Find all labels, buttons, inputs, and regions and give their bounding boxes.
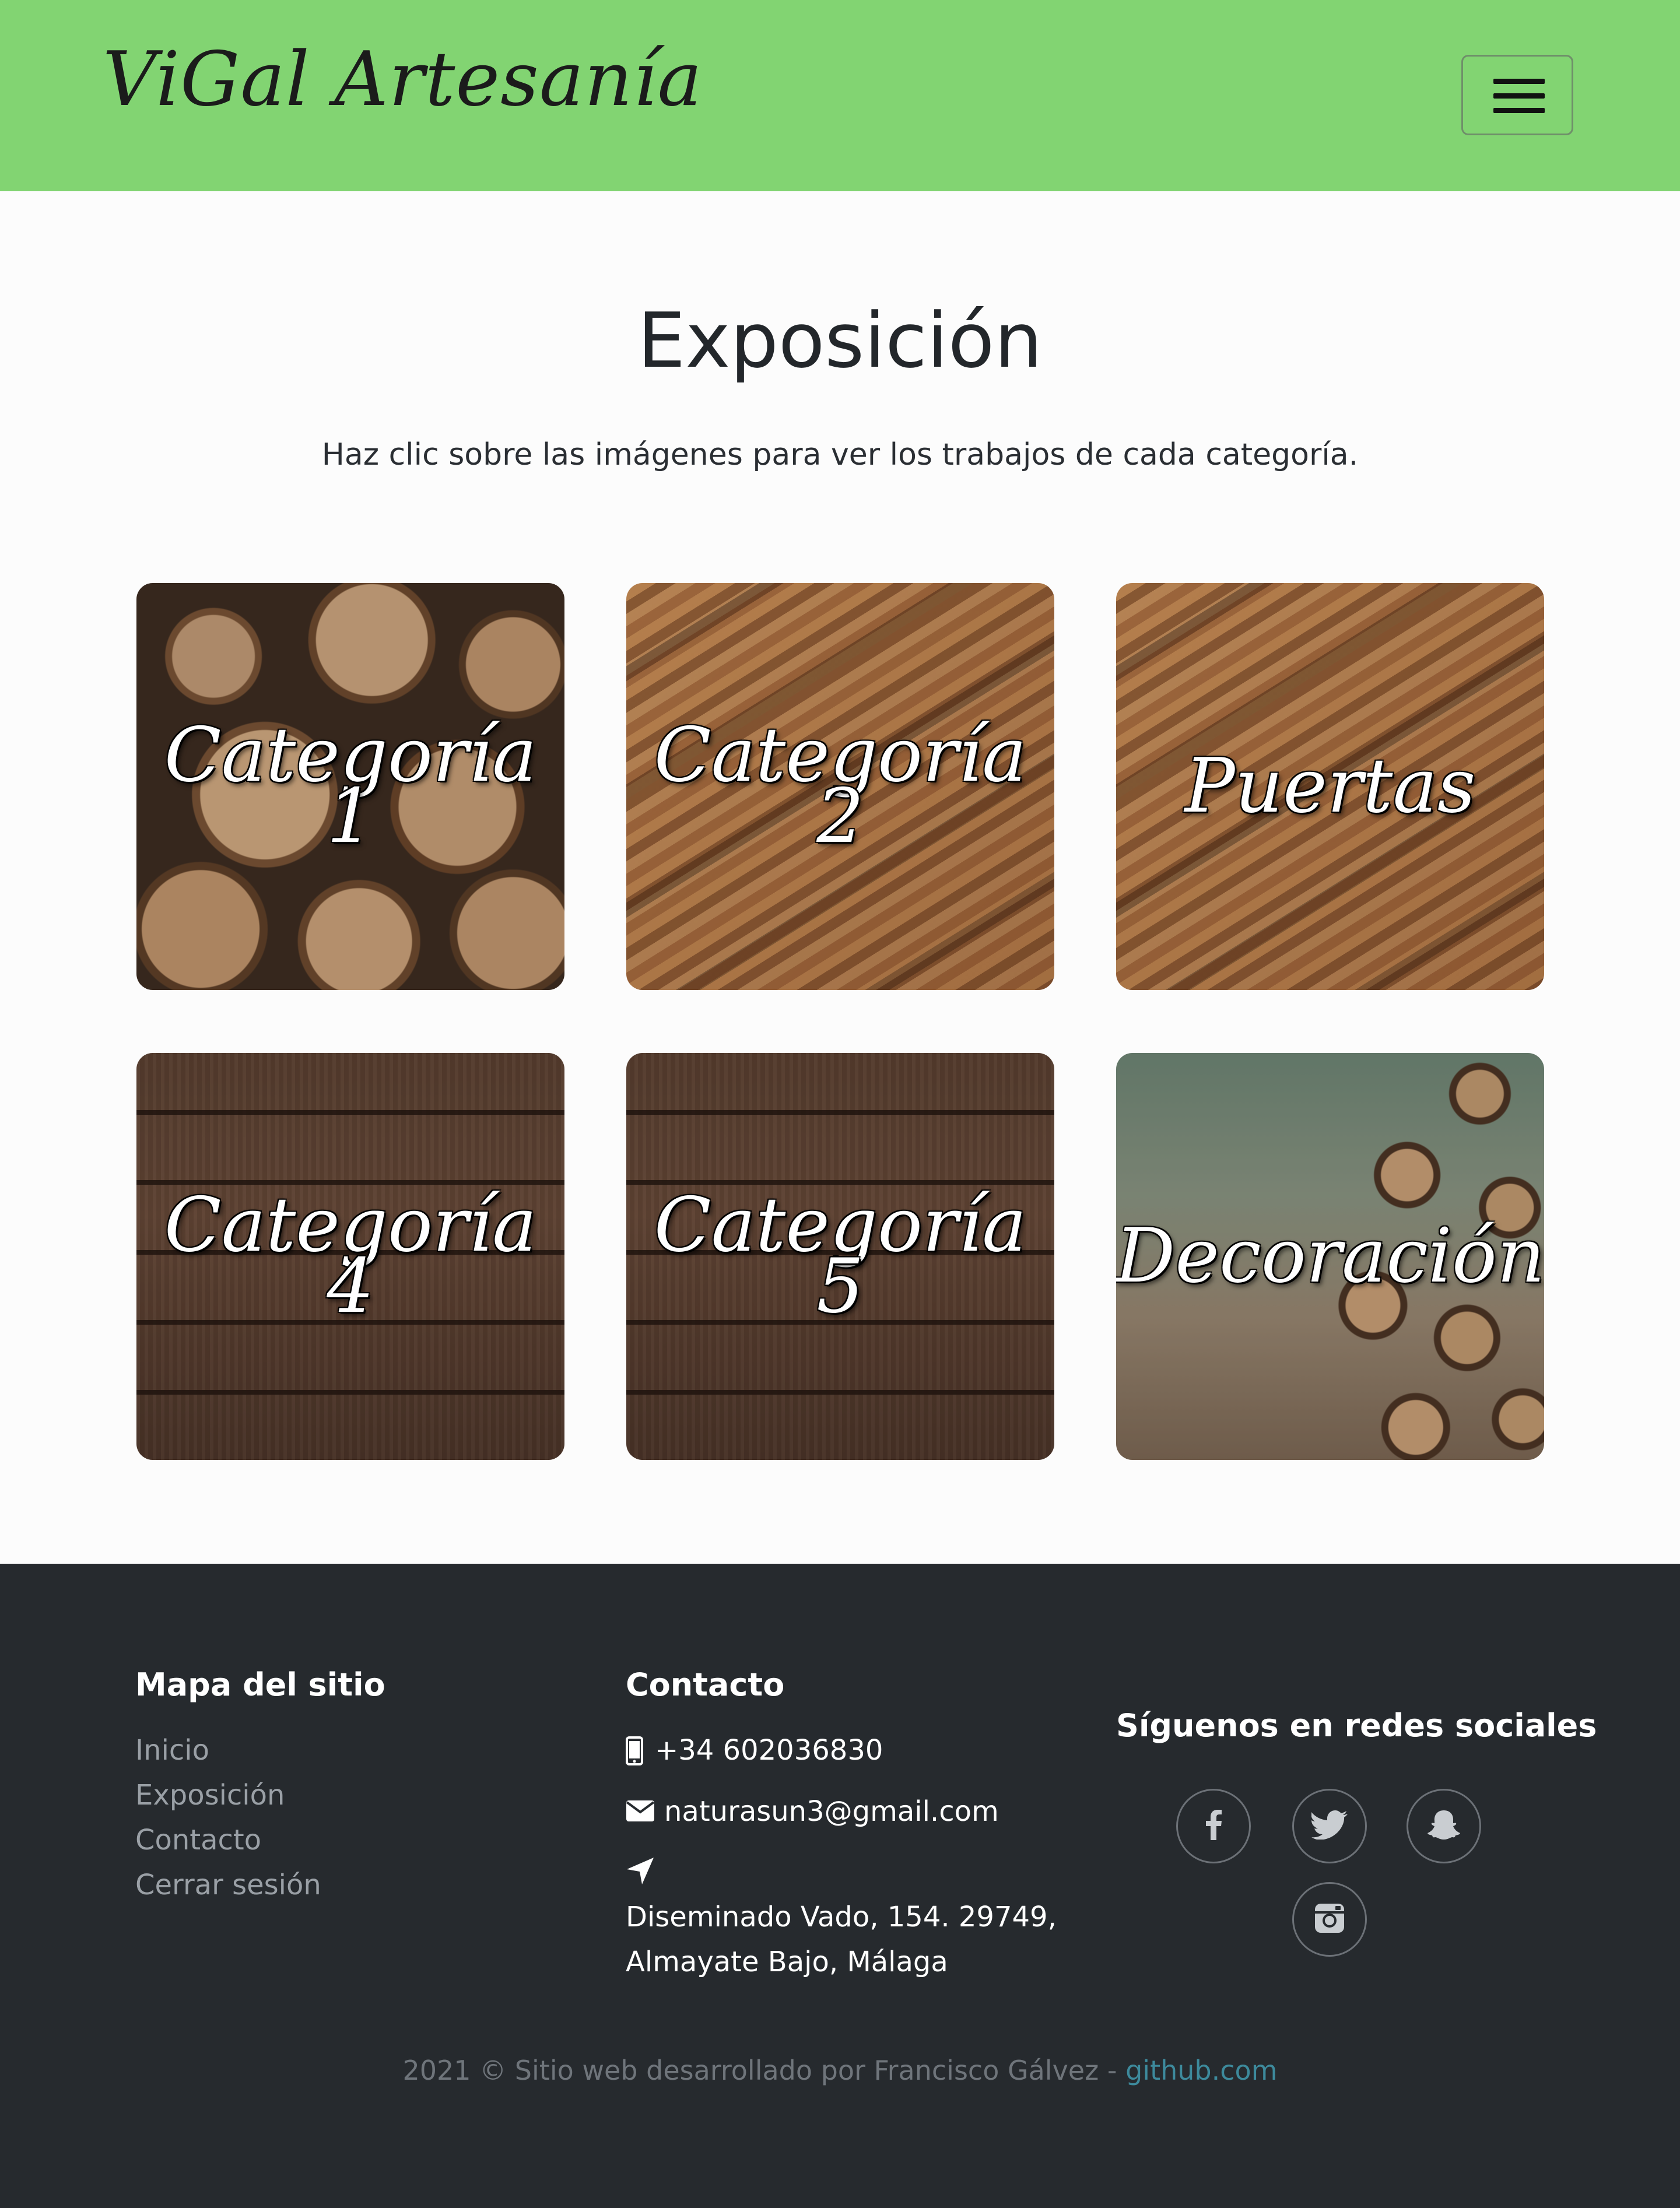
category-card-1[interactable]: Categoría 1 <box>136 583 564 990</box>
snapchat-icon <box>1427 1809 1461 1843</box>
envelope-icon <box>626 1800 655 1824</box>
contact-phone: +34 602036830 <box>655 1734 883 1767</box>
page-subtitle: Haz clic sobre las imágenes para ver los… <box>321 437 1359 472</box>
instagram-icon <box>1314 1903 1345 1936</box>
location-arrow-icon <box>626 1856 655 1888</box>
social-heading: Síguenos en redes sociales <box>1116 1707 1597 1744</box>
contact-address-line-1: Diseminado Vado, 154. 29749, <box>626 1901 1057 1933</box>
category-card-5[interactable]: Categoría 5 <box>626 1053 1054 1460</box>
github-link[interactable]: github.com <box>1125 2055 1277 2086</box>
footer-link-exposicion[interactable]: Exposición <box>135 1779 285 1812</box>
copyright-text: 2021 © Sitio web desarrollado por Franci… <box>402 2055 1126 2086</box>
footer-link-cerrar-sesion[interactable]: Cerrar sesión <box>135 1869 321 1901</box>
facebook-icon <box>1205 1810 1222 1842</box>
brand-logo[interactable]: ViGal Artesanía <box>103 36 703 123</box>
twitter-link[interactable] <box>1292 1789 1367 1863</box>
contact-address-line-2: Almayate Bajo, Málaga <box>626 1946 948 1978</box>
category-card-label: Categoría 5 <box>654 1182 1027 1330</box>
category-card-label: Decoración <box>1116 1212 1544 1300</box>
twitter-icon <box>1311 1810 1348 1842</box>
contact-email: naturasun3@gmail.com <box>664 1795 999 1828</box>
category-card-label: Categoría 1 <box>164 712 537 860</box>
category-card-label: Categoría 2 <box>654 712 1027 860</box>
category-card-4[interactable]: Categoría 4 <box>136 1053 564 1460</box>
category-card-2[interactable]: Categoría 2 <box>626 583 1054 990</box>
page-title: Exposición <box>637 296 1043 385</box>
snapchat-link[interactable] <box>1407 1789 1481 1863</box>
facebook-link[interactable] <box>1176 1789 1251 1863</box>
menu-toggle-button[interactable] <box>1461 55 1573 135</box>
footer-link-inicio[interactable]: Inicio <box>135 1734 209 1767</box>
contact-heading: Contacto <box>626 1666 785 1703</box>
category-card-label: Puertas <box>1184 742 1476 830</box>
sitemap-heading: Mapa del sitio <box>135 1666 385 1703</box>
mobile-phone-icon <box>626 1736 643 1768</box>
instagram-link[interactable] <box>1292 1882 1367 1957</box>
category-card-label: Categoría 4 <box>164 1182 537 1330</box>
navbar: ViGal Artesanía <box>0 0 1680 191</box>
footer-link-contacto[interactable]: Contacto <box>135 1824 261 1856</box>
copyright-bar: 2021 © Sitio web desarrollado por Franci… <box>0 2055 1680 2086</box>
category-card-decoracion[interactable]: Decoración <box>1116 1053 1544 1460</box>
category-card-puertas[interactable]: Puertas <box>1116 583 1544 990</box>
